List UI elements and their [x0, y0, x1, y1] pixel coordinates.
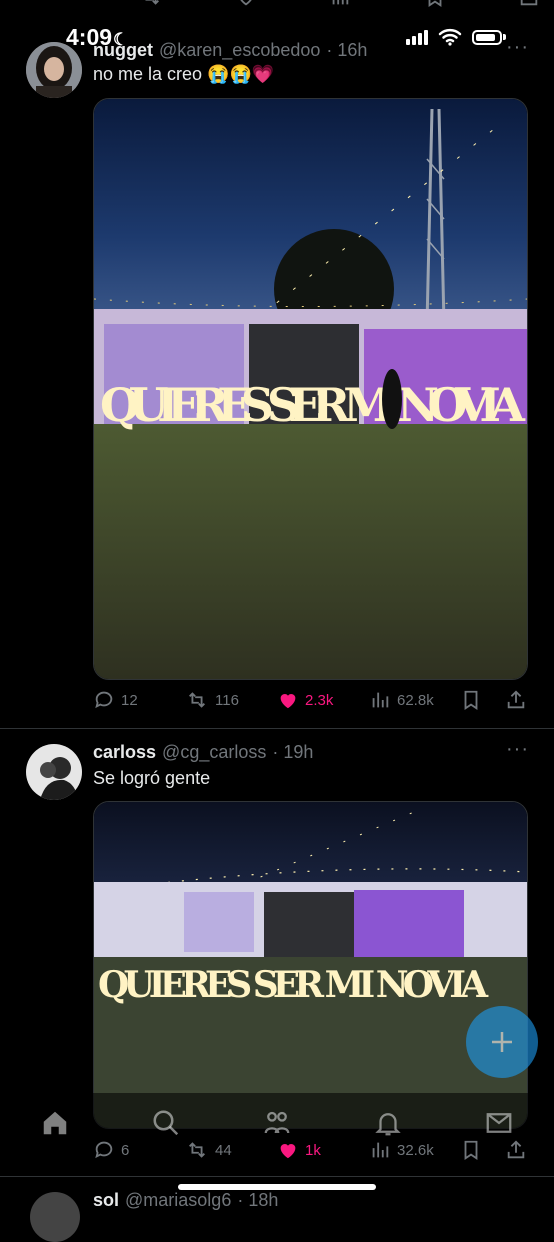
views-count: 62.8k — [397, 691, 434, 709]
reply-button[interactable]: 12 — [93, 689, 138, 711]
tweet-divider — [0, 1176, 554, 1177]
tweet-actions: 6 44 1k 32.6k — [93, 1138, 533, 1162]
heart-filled-icon — [280, 1144, 296, 1159]
views-icon — [372, 1142, 389, 1158]
compose-button[interactable] — [466, 1006, 538, 1078]
tweet-divider — [0, 728, 554, 729]
partial-tweet-header: sol @mariasolg6 · 18h — [93, 1190, 278, 1211]
like-button[interactable]: 1k — [277, 1139, 321, 1161]
bookmark-icon[interactable] — [460, 689, 482, 711]
views-count: 32.6k — [397, 1141, 434, 1159]
plus-icon — [492, 1032, 512, 1052]
heart-filled-icon — [280, 694, 296, 709]
tweet-image[interactable]: QUIERES SER MI NOVIA — [93, 801, 528, 1129]
reply-button[interactable]: 6 — [93, 1139, 129, 1161]
display-name[interactable]: nugget — [93, 40, 153, 61]
search-icon[interactable] — [151, 1108, 181, 1138]
proposal-photo: QUIERES SER MI NOVIA — [94, 802, 527, 1128]
messages-icon[interactable] — [484, 1108, 514, 1138]
share-icon[interactable] — [518, 0, 540, 8]
marquee-sign-text: QUIERES SER MI NOVIA — [100, 378, 526, 432]
avatar-photo — [26, 744, 82, 800]
handle[interactable]: @mariasolg6 — [125, 1190, 231, 1211]
bookmark-icon[interactable] — [424, 0, 446, 8]
timestamp[interactable]: · 16h — [326, 40, 367, 61]
tweet-actions: 12 116 2.3k 62.8k — [93, 688, 533, 712]
tweet-header: carloss @cg_carloss · 19h — [93, 742, 513, 763]
timestamp[interactable]: · 19h — [272, 742, 313, 763]
avatar[interactable] — [26, 42, 82, 98]
handle[interactable]: @karen_escobedoo — [159, 40, 320, 61]
home-indicator[interactable] — [178, 1184, 376, 1190]
more-options-icon[interactable]: ··· — [506, 738, 529, 761]
like-count: 1k — [305, 1141, 321, 1159]
notifications-icon[interactable] — [373, 1108, 403, 1138]
reply-count: 12 — [121, 691, 138, 709]
proposal-photo: QUIERES SER MI NOVIA — [94, 99, 527, 679]
bookmark-icon[interactable] — [460, 1139, 482, 1161]
views-button[interactable]: 32.6k — [369, 1139, 434, 1161]
reply-icon — [95, 1141, 113, 1159]
tweet-text: no me la creo 😭😭💗 — [93, 64, 275, 84]
communities-icon[interactable] — [262, 1108, 292, 1138]
retweet-icon — [189, 692, 205, 708]
marquee-sign-text: QUIERES SER MI NOVIA — [98, 964, 489, 1006]
home-icon[interactable] — [40, 1108, 70, 1138]
handle[interactable]: @cg_carloss — [162, 742, 266, 763]
retweet-button[interactable]: 116 — [185, 689, 239, 711]
share-icon[interactable] — [505, 1139, 527, 1161]
timestamp[interactable]: · 18h — [237, 1190, 278, 1211]
like-icon[interactable] — [235, 0, 257, 8]
display-name[interactable]: sol — [93, 1190, 119, 1211]
previous-tweet-actions — [140, 0, 540, 8]
avatar[interactable] — [26, 744, 82, 800]
retweet-count: 44 — [215, 1141, 232, 1159]
views-icon — [372, 692, 389, 708]
views-icon[interactable] — [329, 0, 351, 8]
views-button[interactable]: 62.8k — [369, 689, 434, 711]
display-name[interactable]: carloss — [93, 742, 156, 763]
tweet-header: nugget @karen_escobedoo · 16h — [93, 40, 513, 61]
share-icon[interactable] — [505, 689, 527, 711]
retweet-count: 116 — [215, 691, 239, 709]
tweet-text: Se logró gente — [93, 768, 211, 788]
more-options-icon[interactable]: ··· — [506, 36, 529, 59]
reply-icon — [95, 691, 113, 709]
reply-count: 6 — [121, 1141, 130, 1159]
retweet-icon — [189, 1142, 205, 1158]
like-count: 2.3k — [305, 691, 334, 709]
retweet-icon[interactable] — [140, 0, 162, 8]
avatar-photo — [26, 42, 82, 98]
retweet-button[interactable]: 44 — [185, 1139, 232, 1161]
like-button[interactable]: 2.3k — [277, 689, 333, 711]
tweet-image[interactable]: QUIERES SER MI NOVIA — [93, 98, 528, 680]
